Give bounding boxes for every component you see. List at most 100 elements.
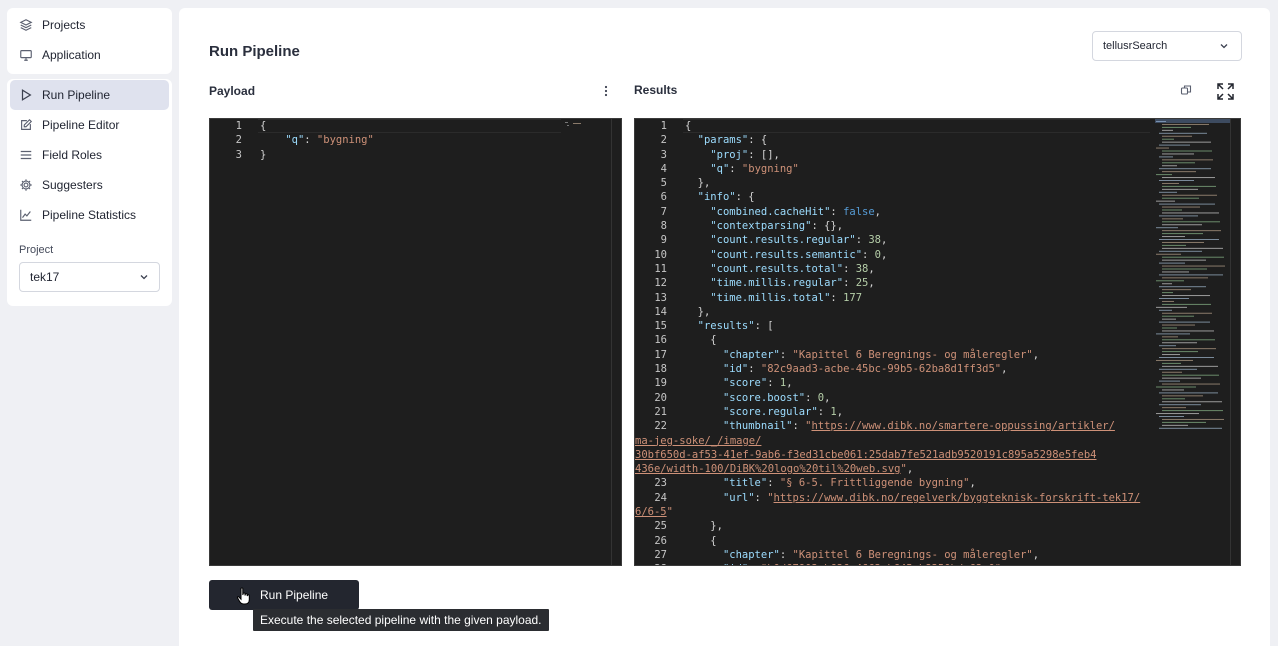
code-token: "count.results.regular" [710, 234, 856, 247]
code-line: 14 }, [635, 305, 1240, 319]
minimap-line [1162, 303, 1211, 305]
code-token: "contextparsing" [710, 220, 812, 233]
code-token: "count.results.total" [710, 262, 844, 275]
payload-minimap[interactable] [565, 119, 611, 127]
line-number: 7 [660, 205, 667, 218]
line-code: } [260, 148, 266, 162]
code-token: }, [685, 177, 711, 190]
line-number: 4 [660, 162, 667, 175]
line-number: 18 [654, 363, 667, 376]
code-line: 4 "q": "bygning" [635, 162, 1240, 176]
minimap-line [1162, 268, 1207, 270]
code-line: 28 "id": "b0d67903-b636-4662-b645-b8250b… [635, 562, 1240, 565]
code-token: : [855, 234, 869, 247]
results-minimap[interactable] [1155, 119, 1230, 566]
minimap-line [1162, 312, 1212, 314]
code-line: 2 "q": "bygning" [210, 133, 621, 147]
code-token: "b0d67903-b636-4662-b645-b8250bdc63e0" [761, 563, 1001, 565]
code-line: 1{ [635, 119, 1240, 133]
sidebar-item-projects[interactable]: Projects [10, 10, 169, 40]
code-line: 8 "contextparsing": {}, [635, 219, 1240, 233]
code-token: "82c9aad3-acbe-45bc-99b5-62ba8d1ff3d5" [760, 363, 1002, 376]
results-editor[interactable]: 1{2 "params": {3 "proj": [], 4 "q": "bygn… [634, 118, 1241, 566]
code-line: 13 "time.millis.total": 177 [635, 291, 1240, 305]
minimap-line [1159, 321, 1210, 323]
line-code: "proj": [], [685, 148, 780, 162]
code-token: 177 [843, 291, 863, 304]
code-line: 17 "chapter": "Kapittel 6 Beregnings- og… [635, 348, 1240, 362]
pipeline-select[interactable]: tellusrSearch [1092, 31, 1242, 61]
minimap-line [1162, 123, 1209, 125]
line-code: "score.regular": 1, [685, 405, 843, 419]
minimap-line [1162, 315, 1194, 317]
minimap-viewport[interactable] [1155, 119, 1230, 123]
code-token: : [767, 477, 780, 490]
minimap-line [1162, 159, 1213, 161]
minimap-line [1159, 250, 1202, 252]
line-number: 25 [654, 520, 667, 533]
minimap-line [1162, 330, 1214, 332]
sidebar-item-field-roles[interactable]: Field Roles [10, 140, 169, 170]
code-token: { [260, 120, 267, 132]
sidebar-item-suggesters[interactable]: Suggesters [10, 170, 169, 200]
minimap-line [1159, 168, 1211, 170]
minimap-line [1162, 424, 1188, 426]
code-token: : [830, 291, 844, 304]
line-code: { [685, 119, 691, 133]
results-scrollbar[interactable] [1230, 119, 1240, 565]
code-line: 12 "time.millis.regular": 25, [635, 276, 1240, 290]
code-token: : [843, 277, 856, 290]
line-code: "chapter": "Kapittel 6 Beregnings- og må… [685, 348, 1039, 362]
minimap-line [1162, 395, 1203, 397]
minimap-line [1162, 362, 1181, 364]
sidebar-top-card: Projects Application [7, 8, 172, 74]
sidebar-item-pipeline-editor[interactable]: Pipeline Editor [10, 110, 169, 140]
code-token: "bygning" [741, 162, 799, 175]
minimap-line [1159, 298, 1189, 299]
sidebar-item-run-pipeline[interactable]: Run Pipeline [10, 80, 169, 110]
code-token: }, [685, 305, 711, 318]
minimap-line [1162, 318, 1176, 320]
line-code: "title": "§ 6-5. Frittliggende bygning", [685, 476, 976, 490]
page-title: Run Pipeline [209, 43, 300, 60]
minimap-line [1159, 427, 1222, 429]
minimap-line [1162, 354, 1180, 356]
more-options-icon[interactable] [599, 84, 613, 98]
minimap-line [1162, 171, 1196, 173]
code-token: "info" [697, 191, 736, 204]
copy-icon[interactable] [1179, 83, 1193, 97]
project-select[interactable]: tek17 [19, 262, 160, 292]
line-code: }, [685, 519, 723, 533]
code-token: "q" [285, 134, 305, 147]
run-pipeline-button[interactable]: Run Pipeline [209, 580, 359, 610]
code-token: { [685, 120, 692, 132]
code-token: : [792, 420, 806, 433]
line-number: 5 [660, 177, 667, 190]
line-number: 17 [654, 348, 667, 361]
sidebar-item-application[interactable]: Application [10, 40, 169, 70]
code-token: "title" [722, 477, 768, 490]
minimap-line [1162, 401, 1222, 403]
sidebar-item-label: Run Pipeline [42, 88, 111, 102]
line-number: 27 [654, 548, 667, 561]
code-token: : [], [748, 148, 780, 161]
minimap-line [1162, 221, 1220, 223]
minimap-line [1162, 374, 1219, 376]
code-line: 5 }, [635, 176, 1240, 190]
code-token: "Kapittel 6 Beregnings- og måleregler" [792, 348, 1033, 361]
minimap-line [1162, 194, 1217, 196]
code-token: : {}, [811, 220, 844, 233]
monitor-icon [20, 50, 32, 61]
code-line: 20 "score.boost": 0, [635, 391, 1240, 405]
sidebar-item-pipeline-statistics[interactable]: Pipeline Statistics [10, 200, 169, 230]
main-panel: Run Pipeline tellusrSearch Payload Resul… [179, 8, 1270, 646]
minimap-line [1159, 286, 1206, 288]
payload-scrollbar[interactable] [611, 119, 621, 565]
payload-editor[interactable]: 1{2 "q": "bygning" 3} [209, 118, 622, 566]
fullscreen-icon[interactable] [1215, 81, 1235, 101]
line-number: 2 [660, 134, 667, 147]
code-token: : [862, 248, 875, 261]
code-line: 27 "chapter": "Kapittel 6 Beregnings- og… [635, 548, 1240, 562]
